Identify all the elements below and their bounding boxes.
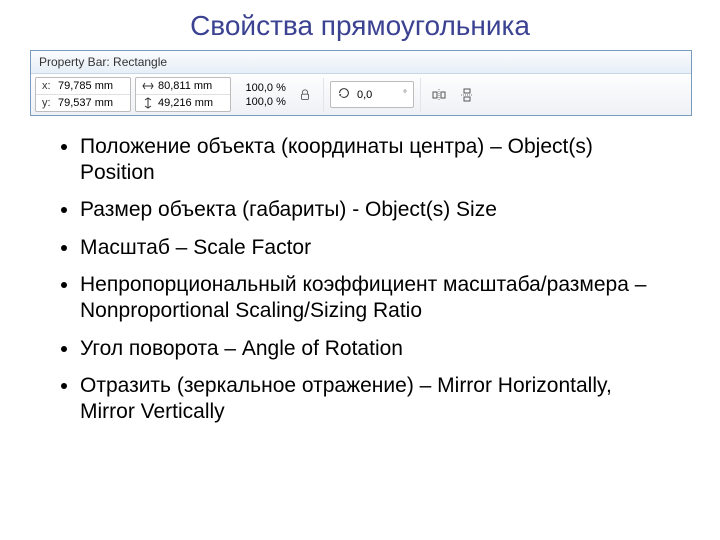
x-label: x:: [42, 80, 54, 92]
scale-x-input[interactable]: 100,0: [237, 82, 273, 94]
width-input[interactable]: 80,811 mm: [158, 80, 224, 92]
y-label: y:: [42, 97, 54, 109]
x-input[interactable]: 79,785 mm: [58, 80, 124, 92]
y-input[interactable]: 79,537 mm: [58, 97, 124, 109]
list-item: Угол поворота – Angle of Rotation: [80, 336, 690, 362]
scale-group: 100,0 % 100,0 %: [235, 81, 289, 109]
separator: [323, 78, 324, 112]
percent-symbol-y: %: [275, 96, 287, 108]
property-bar-row: x: 79,785 mm y: 79,537 mm: [31, 74, 691, 115]
mirror-vertical-button[interactable]: [455, 83, 479, 107]
separator: [420, 78, 421, 112]
list-item: Положение объекта (координаты центра) – …: [80, 134, 690, 185]
property-bar-caption: Property Bar: Rectangle: [31, 51, 691, 74]
scale-y-input[interactable]: 100,0: [237, 96, 273, 108]
list-item: Размер объекта (габариты) - Object(s) Si…: [80, 197, 690, 223]
lock-ratio-button[interactable]: [293, 83, 317, 107]
rotate-icon: [337, 86, 351, 103]
page-title: Свойства прямоугольника: [30, 10, 690, 42]
percent-symbol-x: %: [275, 82, 287, 94]
mirror-horizontal-icon: [431, 87, 447, 103]
angle-input[interactable]: 0,0: [357, 89, 395, 101]
mirror-vertical-icon: [459, 87, 475, 103]
list-item: Отразить (зеркальное отражение) – Mirror…: [80, 373, 690, 424]
height-icon: [142, 97, 154, 109]
mirror-horizontal-button[interactable]: [427, 83, 451, 107]
list-item: Непропорциональный коэффициент масштаба/…: [80, 272, 690, 323]
position-group: x: 79,785 mm y: 79,537 mm: [35, 77, 131, 112]
width-icon: [142, 80, 154, 92]
height-input[interactable]: 49,216 mm: [158, 97, 224, 109]
rotation-group: 0,0 °: [330, 81, 414, 108]
notes-list: Положение объекта (координаты центра) – …: [80, 134, 690, 424]
degree-symbol: °: [403, 89, 407, 100]
property-bar: Property Bar: Rectangle x: 79,785 mm y: …: [30, 50, 692, 116]
list-item: Масштаб – Scale Factor: [80, 235, 690, 261]
lock-icon: [298, 88, 312, 102]
size-group: 80,811 mm 49,216 mm: [135, 77, 231, 112]
